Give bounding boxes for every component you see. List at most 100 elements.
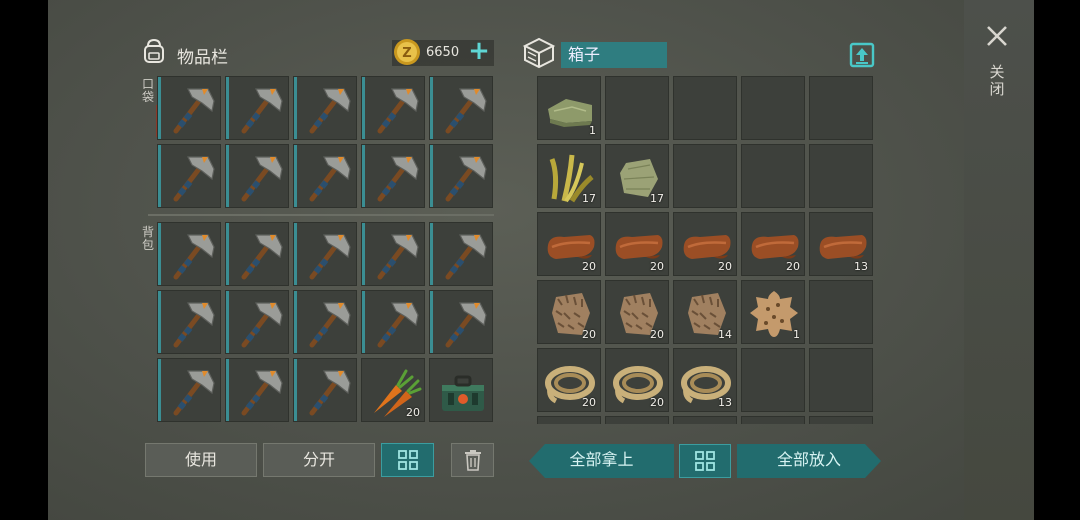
item-quantity: 13 — [854, 260, 868, 273]
empty-slot[interactable] — [673, 416, 737, 424]
item-slot[interactable] — [429, 358, 493, 422]
item-slot[interactable]: 20 — [605, 212, 669, 276]
empty-slot[interactable] — [741, 348, 805, 412]
grid-icon — [695, 451, 715, 471]
pocket-label: 口袋 — [141, 77, 154, 104]
add-coins-button[interactable]: + — [467, 38, 491, 64]
item-slot[interactable]: 20 — [741, 212, 805, 276]
empty-slot[interactable] — [809, 280, 873, 344]
item-slot[interactable]: 20 — [673, 212, 737, 276]
item-quantity: 17 — [650, 192, 664, 205]
item-slot[interactable] — [293, 222, 357, 286]
crate-icon — [522, 37, 556, 69]
hatchet-icon — [173, 156, 215, 202]
item-slot[interactable]: 20 — [605, 280, 669, 344]
item-quantity: 20 — [582, 260, 596, 273]
item-slot[interactable] — [429, 222, 493, 286]
upload-icon[interactable] — [848, 41, 876, 69]
item-slot[interactable] — [361, 222, 425, 286]
item-slot[interactable]: 17 — [605, 144, 669, 208]
hatchet-icon — [241, 234, 283, 280]
item-quantity: 20 — [786, 260, 800, 273]
item-slot[interactable]: 20 — [605, 348, 669, 412]
item-slot[interactable] — [293, 76, 357, 140]
hatchet-icon — [241, 88, 283, 134]
hatchet-icon — [445, 234, 487, 280]
sort-inventory-button[interactable] — [381, 443, 434, 477]
hatchet-icon — [173, 88, 215, 134]
split-button[interactable]: 分开 — [263, 443, 375, 477]
delete-button[interactable] — [451, 443, 494, 477]
section-divider — [148, 214, 494, 216]
item-slot[interactable] — [157, 144, 221, 208]
sort-box-button[interactable] — [679, 444, 731, 478]
item-slot[interactable] — [157, 222, 221, 286]
box-grid: 1 17 17 20 20 20 20 13 20 20 14 1 20 20 13 — [535, 74, 876, 424]
item-slot[interactable] — [429, 144, 493, 208]
empty-slot[interactable] — [605, 416, 669, 424]
close-label[interactable]: 关闭 — [989, 64, 1005, 98]
put-all-button[interactable]: 全部放入 — [737, 444, 881, 478]
item-slot[interactable] — [225, 222, 289, 286]
item-slot[interactable] — [225, 290, 289, 354]
item-slot[interactable] — [157, 76, 221, 140]
item-slot[interactable]: 13 — [673, 348, 737, 412]
empty-slot[interactable] — [741, 144, 805, 208]
item-quantity: 14 — [718, 328, 732, 341]
item-slot[interactable] — [225, 358, 289, 422]
empty-slot[interactable] — [809, 144, 873, 208]
item-slot[interactable]: 13 — [809, 212, 873, 276]
empty-slot[interactable] — [537, 416, 601, 424]
take-all-button[interactable]: 全部拿上 — [529, 444, 674, 478]
grid-icon — [397, 450, 418, 470]
use-button[interactable]: 使用 — [145, 443, 257, 477]
empty-slot[interactable] — [741, 76, 805, 140]
item-slot[interactable]: 1 — [537, 76, 601, 140]
item-slot[interactable]: 14 — [673, 280, 737, 344]
screen-edge-left — [0, 0, 48, 520]
item-slot[interactable] — [157, 290, 221, 354]
hatchet-icon — [173, 370, 215, 416]
item-slot[interactable] — [429, 290, 493, 354]
item-slot[interactable] — [361, 144, 425, 208]
coin-amount: 6650 — [426, 45, 460, 60]
box-name-field[interactable]: 箱子 — [561, 42, 667, 68]
hatchet-icon — [309, 234, 351, 280]
item-slot[interactable] — [157, 358, 221, 422]
item-slot[interactable] — [361, 290, 425, 354]
hatchet-icon — [309, 88, 351, 134]
item-quantity: 1 — [589, 124, 596, 137]
hatchet-icon — [445, 156, 487, 202]
empty-slot[interactable] — [809, 348, 873, 412]
item-slot[interactable]: 20 — [537, 212, 601, 276]
item-quantity: 20 — [582, 328, 596, 341]
item-slot[interactable] — [361, 76, 425, 140]
item-quantity: 20 — [650, 328, 664, 341]
inventory-title: 物品栏 — [177, 48, 228, 68]
backpack-label: 背包 — [141, 225, 154, 252]
empty-slot[interactable] — [809, 416, 873, 424]
item-slot[interactable] — [429, 76, 493, 140]
hatchet-icon — [173, 234, 215, 280]
item-quantity: 20 — [650, 396, 664, 409]
item-slot[interactable] — [293, 290, 357, 354]
item-slot[interactable] — [293, 144, 357, 208]
item-slot[interactable] — [293, 358, 357, 422]
item-slot[interactable]: 1 — [741, 280, 805, 344]
item-slot[interactable]: 20 — [361, 358, 425, 422]
hatchet-icon — [241, 302, 283, 348]
hatchet-icon — [309, 370, 351, 416]
empty-slot[interactable] — [673, 76, 737, 140]
item-slot[interactable]: 17 — [537, 144, 601, 208]
item-slot[interactable]: 20 — [537, 280, 601, 344]
item-quantity: 20 — [650, 260, 664, 273]
empty-slot[interactable] — [673, 144, 737, 208]
item-slot[interactable] — [225, 76, 289, 140]
close-icon[interactable] — [985, 24, 1009, 48]
empty-slot[interactable] — [809, 76, 873, 140]
item-slot[interactable] — [225, 144, 289, 208]
empty-slot[interactable] — [741, 416, 805, 424]
item-slot[interactable]: 20 — [537, 348, 601, 412]
trash-icon — [464, 450, 481, 471]
empty-slot[interactable] — [605, 76, 669, 140]
